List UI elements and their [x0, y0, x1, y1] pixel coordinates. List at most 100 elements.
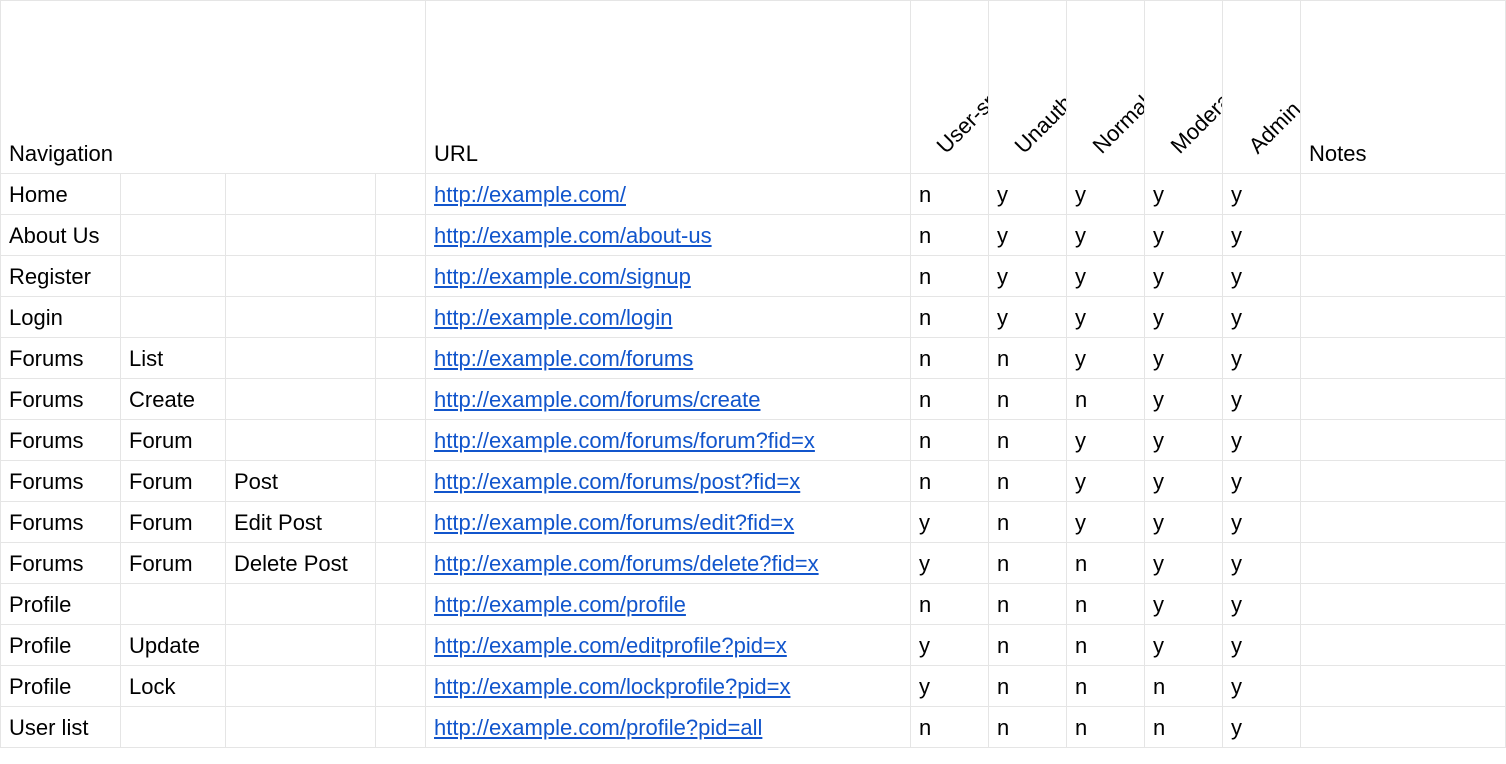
flag-cell: y [1145, 379, 1223, 420]
table-row: ForumsForumhttp://example.com/forums/for… [1, 420, 1506, 461]
nav-cell [376, 461, 426, 502]
nav-cell [226, 379, 376, 420]
url-link[interactable]: http://example.com/forums/post?fid=x [434, 469, 800, 494]
url-link[interactable]: http://example.com/editprofile?pid=x [434, 633, 787, 658]
url-link[interactable]: http://example.com/profile?pid=all [434, 715, 762, 740]
flag-cell: y [1223, 338, 1301, 379]
nav-cell: Forum [121, 543, 226, 584]
nav-cell: Update [121, 625, 226, 666]
flag-cell: n [989, 379, 1067, 420]
url-link[interactable]: http://example.com/ [434, 182, 626, 207]
flag-cell: y [1223, 174, 1301, 215]
flag-cell: n [989, 502, 1067, 543]
flag-cell: y [1067, 174, 1145, 215]
flag-cell: n [1067, 379, 1145, 420]
url-cell: http://example.com/forums/forum?fid=x [426, 420, 911, 461]
url-link[interactable]: http://example.com/signup [434, 264, 691, 289]
nav-cell [226, 174, 376, 215]
flag-cell: n [989, 625, 1067, 666]
flag-cell: y [911, 543, 989, 584]
flag-cell: y [1145, 174, 1223, 215]
url-link[interactable]: http://example.com/forums/delete?fid=x [434, 551, 819, 576]
nav-cell [376, 297, 426, 338]
nav-cell: Post [226, 461, 376, 502]
flag-cell: n [1067, 707, 1145, 748]
nav-cell: Forums [1, 338, 121, 379]
nav-cell: Forums [1, 461, 121, 502]
nav-cell: Lock [121, 666, 226, 707]
flag-cell: y [989, 297, 1067, 338]
notes-cell [1301, 256, 1506, 297]
nav-cell [376, 215, 426, 256]
nav-cell [226, 215, 376, 256]
table-row: Homehttp://example.com/nyyyy [1, 174, 1506, 215]
nav-cell [376, 543, 426, 584]
flag-cell: n [989, 707, 1067, 748]
flag-cell: n [911, 297, 989, 338]
notes-cell [1301, 174, 1506, 215]
header-navigation: Navigation [1, 1, 426, 174]
flag-cell: y [1145, 502, 1223, 543]
url-cell: http://example.com/signup [426, 256, 911, 297]
flag-cell: y [1223, 461, 1301, 502]
flag-cell: n [911, 707, 989, 748]
notes-cell [1301, 420, 1506, 461]
nav-cell [226, 338, 376, 379]
nav-cell [376, 256, 426, 297]
flag-cell: y [1223, 707, 1301, 748]
notes-cell [1301, 502, 1506, 543]
nav-cell [376, 625, 426, 666]
notes-cell [1301, 625, 1506, 666]
url-link[interactable]: http://example.com/profile [434, 592, 686, 617]
url-link[interactable]: http://example.com/forums/forum?fid=x [434, 428, 815, 453]
url-link[interactable]: http://example.com/forums [434, 346, 693, 371]
url-cell: http://example.com/about-us [426, 215, 911, 256]
nav-cell [376, 666, 426, 707]
flag-cell: y [1145, 297, 1223, 338]
nav-cell: Forums [1, 420, 121, 461]
nav-cell: Forum [121, 502, 226, 543]
url-cell: http://example.com/forums/edit?fid=x [426, 502, 911, 543]
notes-cell [1301, 215, 1506, 256]
flag-cell: n [989, 420, 1067, 461]
url-link[interactable]: http://example.com/about-us [434, 223, 712, 248]
flag-cell: n [1145, 707, 1223, 748]
url-cell: http://example.com/forums/post?fid=x [426, 461, 911, 502]
flag-cell: y [911, 666, 989, 707]
flag-cell: n [911, 379, 989, 420]
flag-cell: y [1223, 502, 1301, 543]
header-normal-user: Normal user [1067, 1, 1145, 174]
nav-cell [226, 297, 376, 338]
nav-cell [121, 256, 226, 297]
nav-cell: Edit Post [226, 502, 376, 543]
nav-cell [376, 379, 426, 420]
notes-cell [1301, 461, 1506, 502]
flag-cell: y [989, 215, 1067, 256]
nav-cell [226, 666, 376, 707]
url-cell: http://example.com/forums/create [426, 379, 911, 420]
url-cell: http://example.com/forums [426, 338, 911, 379]
url-link[interactable]: http://example.com/forums/edit?fid=x [434, 510, 794, 535]
nav-cell: Profile [1, 625, 121, 666]
table-row: Loginhttp://example.com/loginnyyyy [1, 297, 1506, 338]
table-row: User listhttp://example.com/profile?pid=… [1, 707, 1506, 748]
nav-cell: Profile [1, 666, 121, 707]
url-link[interactable]: http://example.com/login [434, 305, 672, 330]
url-link[interactable]: http://example.com/forums/create [434, 387, 760, 412]
flag-cell: y [1145, 338, 1223, 379]
flag-cell: y [1067, 502, 1145, 543]
flag-cell: y [1145, 461, 1223, 502]
flag-cell: n [989, 461, 1067, 502]
nav-cell [376, 420, 426, 461]
nav-cell: Register [1, 256, 121, 297]
notes-cell [1301, 379, 1506, 420]
nav-cell: Forums [1, 379, 121, 420]
flag-cell: n [989, 584, 1067, 625]
url-link[interactable]: http://example.com/lockprofile?pid=x [434, 674, 790, 699]
nav-cell [376, 707, 426, 748]
flag-cell: n [1067, 543, 1145, 584]
flag-cell: n [1145, 666, 1223, 707]
flag-cell: y [1223, 584, 1301, 625]
flag-cell: y [1223, 420, 1301, 461]
flag-cell: y [911, 625, 989, 666]
